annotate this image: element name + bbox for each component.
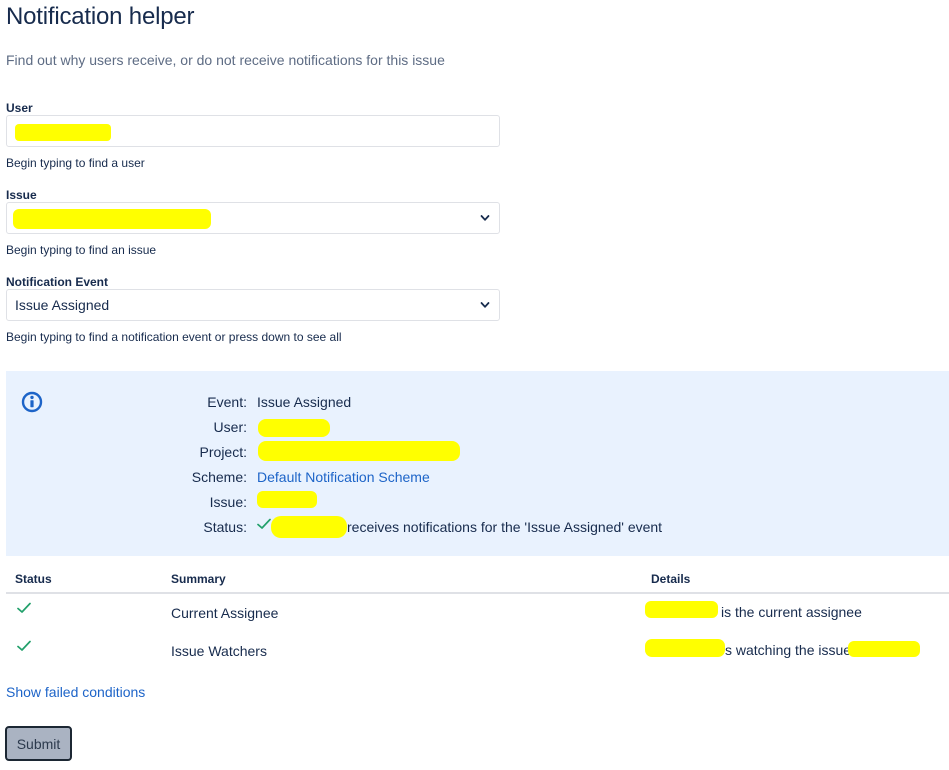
result-event-label: Event:: [207, 394, 247, 410]
result-status-text: receives notifications for the 'Issue As…: [347, 519, 663, 535]
redacted-user: [271, 516, 347, 538]
redacted-project: [258, 441, 460, 461]
redacted-issue: [13, 209, 211, 229]
user-help-text: Begin typing to find a user: [6, 156, 145, 170]
info-icon: [21, 391, 43, 413]
submit-button[interactable]: Submit: [5, 726, 72, 761]
row-summary: Current Assignee: [171, 605, 279, 621]
redacted-issue: [257, 491, 317, 508]
result-event-value: Issue Assigned: [257, 394, 352, 410]
issue-select[interactable]: [6, 202, 500, 234]
notification-scheme-link[interactable]: Default Notification Scheme: [257, 469, 430, 485]
event-select[interactable]: Issue Assigned: [6, 289, 500, 321]
chevron-down-icon[interactable]: [480, 300, 490, 310]
redacted-user: [645, 601, 718, 618]
chevron-down-icon[interactable]: [480, 213, 490, 223]
column-header-summary: Summary: [171, 572, 226, 586]
column-header-status: Status: [15, 572, 52, 586]
redacted-user: [645, 639, 725, 657]
show-failed-conditions-link[interactable]: Show failed conditions: [6, 684, 145, 700]
check-icon: [17, 640, 31, 651]
issue-field-label: Issue: [6, 188, 37, 202]
result-user-label: User:: [213, 419, 247, 435]
result-status-label: Status:: [203, 519, 247, 535]
event-select-value: Issue Assigned: [15, 297, 110, 313]
redacted-issue: [848, 641, 920, 657]
column-header-details: Details: [651, 572, 691, 586]
row-summary: Issue Watchers: [171, 643, 267, 659]
result-panel: Event: Issue Assigned User: Project: Sch…: [6, 371, 949, 556]
table-header-divider: [6, 592, 949, 594]
user-input[interactable]: [6, 115, 500, 147]
result-scheme-label: Scheme:: [191, 469, 247, 485]
event-help-text: Begin typing to find a notification even…: [6, 330, 342, 344]
row-details: s watching the issue: [725, 642, 852, 658]
row-details: is the current assignee: [721, 604, 862, 620]
redacted-user: [258, 419, 330, 437]
result-project-label: Project:: [199, 444, 247, 460]
page-title: Notification helper: [6, 3, 195, 30]
page-description: Find out why users receive, or do not re…: [6, 52, 445, 68]
check-icon: [257, 518, 271, 529]
redacted-user: [15, 124, 111, 141]
result-issue-label: Issue:: [209, 494, 247, 510]
event-field-label: Notification Event: [6, 275, 109, 289]
issue-help-text: Begin typing to find an issue: [6, 243, 157, 257]
user-field-label: User: [6, 101, 33, 115]
check-icon: [17, 602, 31, 613]
